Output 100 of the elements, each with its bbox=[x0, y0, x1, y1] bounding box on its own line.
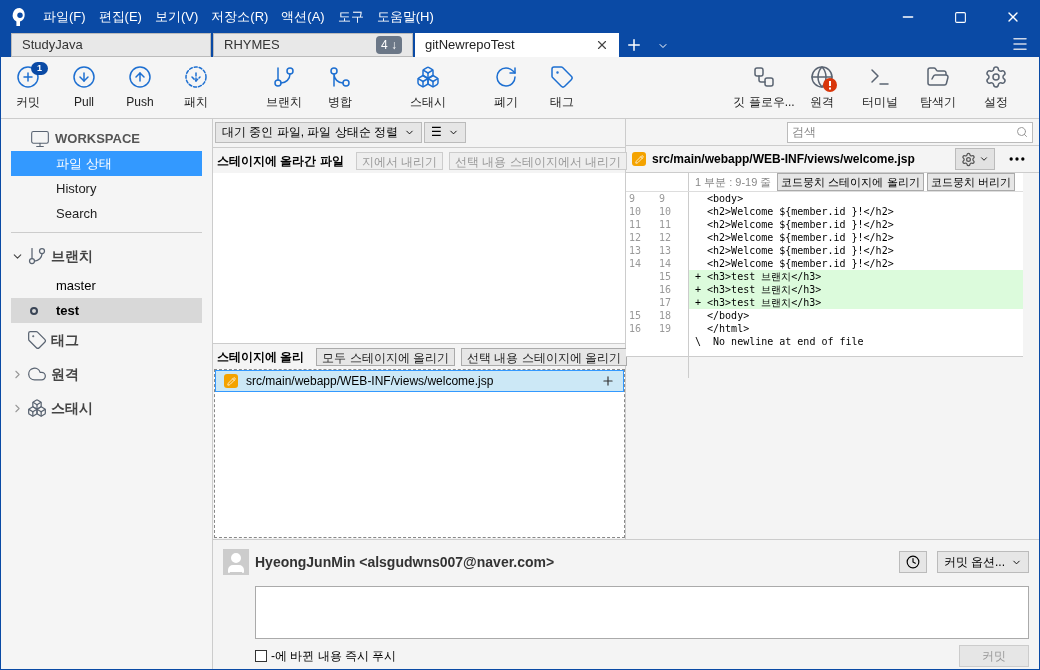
repo-tab[interactable]: StudyJava bbox=[11, 33, 211, 57]
branch-item[interactable]: test bbox=[11, 298, 202, 323]
filter-dropdown[interactable]: 대기 중인 파일, 파일 상태순 정렬 bbox=[215, 121, 422, 143]
new-tab-icon[interactable] bbox=[625, 36, 643, 54]
pencil-icon bbox=[224, 374, 238, 388]
sidebar-item[interactable]: History bbox=[11, 176, 202, 201]
menu-item[interactable]: 저장소(R) bbox=[211, 7, 269, 27]
avatar bbox=[223, 549, 249, 575]
line-number: 10 bbox=[659, 206, 672, 217]
clock-icon bbox=[905, 555, 920, 569]
stage-button[interactable]: 모두 스테이지에 올리기 bbox=[316, 347, 455, 366]
menu-item[interactable]: 파일(F) bbox=[43, 7, 86, 27]
monitor-icon bbox=[29, 129, 51, 149]
file-row[interactable]: src/main/webapp/WEB-INF/views/welcome.jsp bbox=[215, 370, 624, 392]
toolbar-button[interactable]: 패치 bbox=[167, 59, 225, 116]
line-number: 10 bbox=[629, 206, 642, 217]
menu-item[interactable]: 도구 bbox=[337, 7, 364, 27]
line-number: 13 bbox=[659, 245, 672, 256]
repo-tab[interactable]: RHYMES 4 ↓ bbox=[213, 33, 413, 57]
merge-icon bbox=[328, 64, 352, 89]
menu-icon[interactable] bbox=[1011, 35, 1029, 53]
toolbar-button[interactable]: Push bbox=[111, 59, 169, 116]
stage-file-icon[interactable] bbox=[601, 374, 615, 388]
line-number: 11 bbox=[629, 219, 642, 230]
line-number: 14 bbox=[629, 258, 642, 269]
flow-icon bbox=[752, 64, 776, 89]
line-number: 13 bbox=[629, 245, 642, 256]
line-number: 18 bbox=[659, 310, 672, 321]
tag-icon bbox=[27, 330, 47, 350]
sidebar-section[interactable]: 브랜치 bbox=[11, 239, 202, 273]
repo-tab[interactable]: gitNewrepoTest bbox=[415, 33, 619, 57]
toolbar-button[interactable]: 원격 bbox=[793, 59, 851, 116]
pane-title: 스테이지에 올리 bbox=[217, 348, 305, 366]
up-arrow-circle-icon bbox=[128, 64, 152, 89]
hunk-button[interactable]: 코드뭉치 스테이지에 올리기 bbox=[777, 173, 924, 191]
stash-icon bbox=[416, 64, 440, 89]
pencil-icon bbox=[632, 152, 646, 166]
line-number: 12 bbox=[659, 232, 672, 243]
close-tab-icon[interactable] bbox=[595, 38, 609, 52]
line-number: 19 bbox=[659, 323, 672, 334]
toolbar-button[interactable]: 병합 bbox=[311, 59, 369, 116]
sidebar-section[interactable]: 스태시 bbox=[11, 391, 202, 425]
commit-message-field[interactable] bbox=[255, 586, 1029, 639]
toolbar-button[interactable]: 터미널 bbox=[851, 59, 909, 116]
add-circle-icon bbox=[16, 64, 40, 89]
commit-options-dropdown[interactable]: 커밋 옵션... bbox=[936, 551, 1029, 573]
count-badge: 1 bbox=[31, 61, 48, 75]
menu-item[interactable]: 액션(A) bbox=[281, 7, 325, 27]
section-title: WORKSPACE bbox=[55, 130, 140, 149]
sidebar-item[interactable]: Search bbox=[11, 201, 202, 226]
line-number: 11 bbox=[659, 219, 672, 230]
line-number: 14 bbox=[659, 258, 672, 269]
toolbar-button[interactable]: 1 커밋 bbox=[1, 59, 57, 116]
menu-item[interactable]: 편집(E) bbox=[98, 7, 142, 27]
line-number: 17 bbox=[659, 297, 672, 308]
toolbar-button[interactable]: 설정 bbox=[967, 59, 1025, 116]
menu-item[interactable]: 도움말(H) bbox=[376, 7, 434, 27]
line-number: 9 bbox=[659, 193, 666, 204]
branch-item[interactable]: master bbox=[11, 273, 202, 298]
toolbar-button[interactable]: 깃 플로우... bbox=[735, 59, 793, 116]
pane-title: 스테이지에 올라간 파일 bbox=[217, 152, 344, 170]
search-field[interactable]: 검색 bbox=[787, 121, 1033, 143]
tag-icon bbox=[550, 64, 574, 89]
history-button[interactable] bbox=[898, 551, 927, 573]
hunk-header: 1 부분 : 9-19 줄 bbox=[694, 174, 773, 190]
hunk-button[interactable]: 코드뭉치 버리기 bbox=[926, 173, 1015, 191]
diff-settings-button[interactable] bbox=[955, 148, 995, 170]
toolbar-button[interactable]: 스태시 bbox=[399, 59, 457, 116]
checkbox-label: -에 바뀐 내용 즉시 푸시 bbox=[271, 648, 398, 665]
pull-count-badge: 4 ↓ bbox=[376, 36, 402, 54]
globe-icon bbox=[810, 64, 834, 89]
menu-item[interactable]: 보기(V) bbox=[154, 7, 199, 27]
toolbar-button[interactable]: 브랜치 bbox=[255, 59, 313, 116]
stage-button[interactable]: 선택 내용 스테이지에 올리기 bbox=[461, 347, 628, 366]
branch-icon bbox=[272, 64, 296, 89]
search-icon bbox=[1016, 126, 1028, 138]
settings-icon bbox=[984, 64, 1008, 89]
line-number: 9 bbox=[629, 193, 636, 204]
diff-file-path: src/main/webapp/WEB-INF/views/welcome.jsp bbox=[652, 151, 916, 168]
line-number: 15 bbox=[659, 271, 672, 282]
line-number: 15 bbox=[629, 310, 642, 321]
branch-icon bbox=[27, 246, 47, 266]
discard-icon bbox=[494, 64, 518, 89]
toolbar-button[interactable]: 태그 bbox=[533, 59, 591, 116]
sidebar-section[interactable]: 원격 bbox=[11, 357, 202, 391]
folder-icon bbox=[926, 64, 950, 89]
toolbar-button[interactable]: Pull bbox=[55, 59, 113, 116]
view-dropdown[interactable]: ☰ bbox=[424, 121, 466, 143]
commit-author: HyeongJunMin <alsgudwns007@naver.com> bbox=[255, 552, 556, 572]
line-number: 12 bbox=[629, 232, 642, 243]
chevron-down-icon bbox=[979, 154, 989, 164]
checkbox[interactable] bbox=[255, 650, 267, 662]
sidebar-section[interactable]: 태그 bbox=[11, 323, 202, 357]
stash-icon bbox=[27, 398, 47, 418]
gear-icon bbox=[961, 151, 976, 167]
toolbar-button[interactable]: 폐기 bbox=[477, 59, 535, 116]
line-number: 16 bbox=[629, 323, 642, 334]
maximize-icon[interactable] bbox=[954, 10, 967, 24]
down-arrow-circle-icon bbox=[72, 64, 96, 89]
toolbar-button[interactable]: 탐색기 bbox=[909, 59, 967, 116]
